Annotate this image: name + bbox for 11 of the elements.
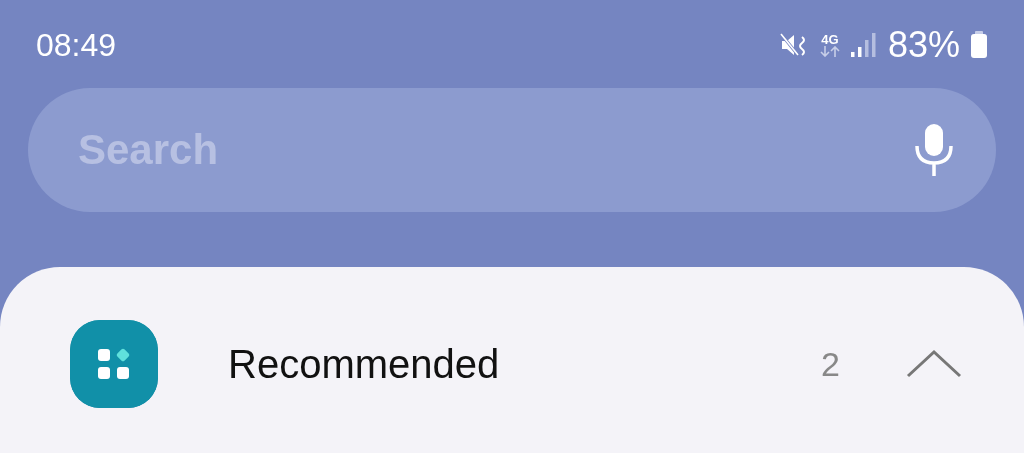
section-title: Recommended [228,341,501,387]
item-count: 2 [821,344,840,384]
collapse-chevron-icon[interactable] [906,349,962,379]
clock: 08:49 [36,26,118,64]
battery-icon [970,31,988,59]
app-group-icon[interactable] [70,320,158,408]
microphone-icon[interactable] [912,122,956,178]
signal-icon [849,32,878,58]
data-arrows-icon [819,46,840,57]
network-label: 4G [821,33,839,46]
battery-level: 83% [887,24,960,66]
